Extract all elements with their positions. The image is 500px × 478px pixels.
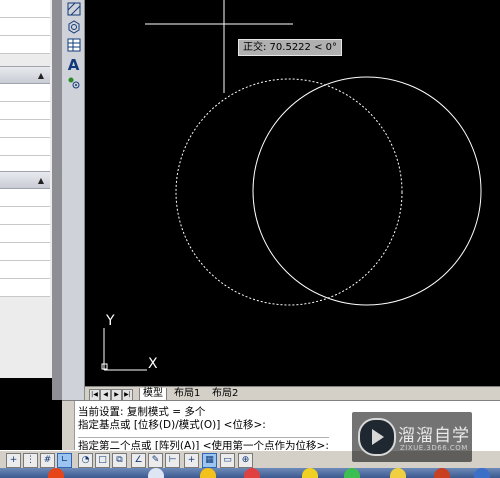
dynamic-input-tooltip: 正交: 70.5222 < 0° — [238, 39, 342, 56]
lweight-icon[interactable]: ⊢ — [165, 453, 180, 468]
property-row[interactable] — [0, 261, 50, 279]
app-icon[interactable] — [390, 468, 406, 478]
point-icon[interactable] — [65, 76, 82, 92]
app-icon[interactable] — [474, 468, 490, 478]
watermark-title: 溜溜自学 — [398, 426, 470, 446]
property-row[interactable] — [0, 0, 50, 18]
region-icon[interactable] — [65, 20, 82, 36]
tpy-icon[interactable]: + — [184, 453, 199, 468]
sc-icon[interactable]: ▭ — [220, 453, 235, 468]
app-icon[interactable] — [344, 468, 360, 478]
property-row[interactable] — [0, 84, 50, 102]
original-circle-dashed[interactable] — [175, 78, 403, 306]
osnap-icon[interactable]: □ — [95, 453, 110, 468]
property-row[interactable] — [0, 207, 50, 225]
app-icon[interactable] — [302, 468, 318, 478]
property-section-header[interactable]: ▲ — [0, 171, 50, 189]
watermark: 溜溜自学 ZIXUE.3D66.COM — [352, 412, 472, 462]
table-icon[interactable] — [65, 38, 82, 54]
qp-icon[interactable]: ▦ — [202, 453, 217, 468]
property-row[interactable] — [0, 102, 50, 120]
app-icon[interactable] — [148, 468, 164, 478]
app-icon[interactable] — [200, 468, 216, 478]
ducs-icon[interactable]: ∠ — [131, 453, 146, 468]
os-taskbar — [0, 468, 500, 478]
property-row[interactable] — [0, 120, 50, 138]
ortho-icon[interactable]: ∟ — [57, 453, 72, 468]
tab-layout1[interactable]: 布局1 — [171, 388, 203, 400]
play-logo-icon — [358, 418, 396, 456]
watermark-url: ZIXUE.3D66.COM — [400, 444, 468, 452]
app-icon[interactable] — [244, 468, 260, 478]
app-icon[interactable] — [434, 468, 450, 478]
property-row[interactable] — [0, 18, 50, 36]
snap-icon[interactable]: + — [6, 453, 21, 468]
property-row[interactable] — [0, 189, 50, 207]
dyn-icon[interactable]: ✎ — [148, 453, 163, 468]
property-row[interactable] — [0, 279, 50, 297]
command-history-line: 指定基点或 [位移(D)/模式(O)] <位移>: — [78, 419, 266, 431]
drawing-canvas[interactable]: Y X 正交: 70.5222 < 0° — [85, 0, 500, 386]
command-window-grip[interactable] — [62, 401, 75, 451]
draw-toolbar: A — [62, 0, 85, 400]
copied-circle[interactable] — [252, 76, 482, 306]
otrack-icon[interactable]: ⧉ — [112, 453, 127, 468]
properties-palette: ▲ ▲ — [0, 0, 53, 378]
property-row[interactable] — [0, 243, 50, 261]
palette-splitter[interactable] — [52, 0, 62, 400]
am-icon[interactable]: ⊕ — [238, 453, 253, 468]
collapse-arrow-icon[interactable]: ▲ — [38, 71, 44, 80]
property-row[interactable] — [0, 36, 50, 54]
layout-tab-bar: |◀ ◀ ▶ ▶| 模型 布局1 布局2 — [85, 386, 500, 401]
ucs-x-label: X — [148, 356, 158, 372]
text-icon[interactable]: A — [65, 57, 82, 73]
hatch-icon[interactable] — [65, 2, 82, 18]
app-icon[interactable] — [48, 468, 64, 478]
property-row[interactable] — [0, 225, 50, 243]
tab-layout2[interactable]: 布局2 — [209, 388, 241, 400]
polar-icon[interactable]: ◔ — [78, 453, 93, 468]
property-section-header[interactable]: ▲ — [0, 66, 50, 84]
ucs-y-label: Y — [105, 313, 115, 329]
ucs-icon: Y X — [101, 313, 158, 372]
grid-icon[interactable]: ⋮ — [23, 453, 38, 468]
collapse-arrow-icon[interactable]: ▲ — [38, 176, 44, 185]
grid-display-icon[interactable]: # — [40, 453, 55, 468]
property-row[interactable] — [0, 138, 50, 156]
